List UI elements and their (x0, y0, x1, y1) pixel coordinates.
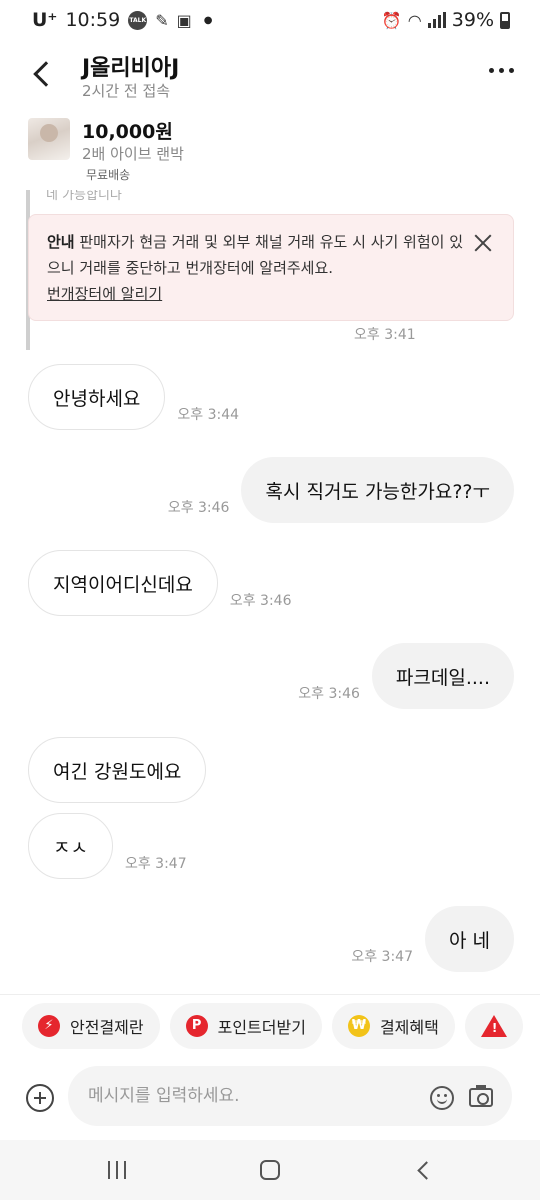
product-thumbnail[interactable] (28, 118, 70, 160)
clock: 10:59 (65, 9, 121, 31)
talk-icon: TALK (128, 10, 148, 30)
back-button[interactable] (22, 52, 62, 96)
system-navigation-bar (0, 1140, 540, 1200)
chip-label: 결제혜택 (379, 1017, 439, 1037)
emoji-icon[interactable] (430, 1086, 454, 1110)
dot-icon (499, 68, 504, 73)
free-shipping-badge: 무료배송 (80, 166, 137, 183)
message-bubble[interactable]: 안녕하세요 (28, 364, 166, 430)
dot-icon (509, 68, 514, 73)
won-icon: ₩ (347, 1014, 370, 1037)
message-time: 오후 3:41 (354, 327, 416, 343)
message-input-bar (0, 1064, 540, 1128)
home-icon (259, 1160, 280, 1180)
warning-icon: ! (480, 1014, 507, 1037)
safe-payment-button[interactable]: ⚡ 안전결제란 (22, 1002, 160, 1049)
message-bubble[interactable]: 지역이어디신데요 (28, 550, 218, 616)
message-time: 오후 3:46 (167, 500, 230, 516)
product-summary[interactable]: 10,000원 2배 아이브 랜박 무료배송 (0, 114, 540, 192)
notice-body: 판매자가 현금 거래 및 외부 채널 거래 유도 시 사기 위험이 있으니 거래… (47, 233, 464, 277)
notice-title: 안내 (47, 233, 75, 251)
report-link[interactable]: 번개장터에 알리기 (47, 281, 465, 307)
last-seen-status: 2시간 전 접속 (82, 82, 171, 100)
message-row: ㅈㅅ 오후 3:47 (28, 813, 187, 879)
message-row: 안녕하세요 오후 3:44 (28, 364, 239, 430)
product-price: 10,000원 (82, 121, 173, 143)
more-options-button[interactable] (485, 64, 518, 77)
wifi-icon: ◠ (407, 10, 422, 30)
message-row: 지역이어디신데요 오후 3:46 (28, 550, 292, 616)
add-attachment-button[interactable] (26, 1084, 54, 1112)
quick-actions-bar[interactable]: ⚡ 안전결제란 P 포인트더받기 ₩ 결제혜택 ! (0, 994, 540, 1056)
message-time: 오후 3:44 (177, 407, 240, 423)
message-row: 오후 3:47 아 네 (351, 906, 514, 972)
message-time: 오후 3:47 (124, 856, 187, 872)
more-notifications-dot-icon: ● (203, 14, 213, 26)
camera-icon[interactable] (469, 1085, 493, 1107)
payment-benefits-button[interactable]: ₩ 결제혜택 (331, 1002, 455, 1049)
bird-icon: ✎ (155, 10, 169, 30)
battery-icon (500, 11, 510, 29)
message-bubble[interactable]: 여긴 강원도에요 (28, 737, 207, 803)
dot-icon (489, 68, 494, 73)
battery-percent: 39% (451, 9, 494, 31)
carrier-label: U⁺ (32, 9, 58, 31)
recent-apps-icon (107, 1161, 126, 1179)
message-row: 여긴 강원도에요 (28, 737, 207, 803)
signal-icon (427, 12, 446, 28)
image-icon: ▣ (176, 10, 192, 30)
chevron-left-icon (33, 61, 59, 87)
back-icon (417, 1160, 436, 1180)
message-bubble[interactable]: 아 네 (425, 906, 514, 972)
user-name[interactable]: J올리비아J (82, 50, 179, 82)
message-bubble[interactable]: 파크데일.... (371, 643, 514, 709)
system-message-partial: 네 가능합니다 (46, 190, 122, 203)
product-title: 2배 아이브 랜박 (82, 145, 184, 163)
status-bar: U⁺ 10:59 TALK ✎ ▣ ● ⏰ ◠ 39% (0, 0, 540, 40)
message-row: 오후 3:46 파크데일.... (298, 643, 514, 709)
chip-label: 포인트더받기 (217, 1017, 306, 1037)
message-time: 오후 3:46 (229, 593, 292, 609)
earn-points-button[interactable]: P 포인트더받기 (169, 1002, 322, 1049)
warning-glyph: ! (491, 1020, 498, 1035)
message-bubble[interactable]: 혹시 직거도 가능한가요??ㅜ (241, 457, 514, 523)
point-icon: P (185, 1014, 208, 1037)
message-row: 오후 3:46 혹시 직거도 가능한가요??ㅜ (168, 457, 514, 523)
chip-label: 안전결제란 (70, 1017, 144, 1037)
message-bubble[interactable]: ㅈㅅ (28, 813, 113, 879)
alarm-icon: ⏰ (381, 10, 402, 30)
home-button[interactable] (240, 1150, 300, 1190)
system-back-button[interactable] (393, 1150, 453, 1190)
chat-area[interactable]: 네 가능합니다 안내 판매자가 현금 거래 및 외부 채널 거래 유도 시 사기… (0, 190, 540, 990)
safety-notice: 안내 판매자가 현금 거래 및 외부 채널 거래 유도 시 사기 위험이 있으니… (28, 214, 514, 321)
message-time: 오후 3:46 (298, 686, 360, 702)
lightning-icon: ⚡ (38, 1014, 60, 1037)
chat-header: J올리비아J 2시간 전 접속 (0, 40, 540, 110)
message-time: 오후 3:47 (351, 949, 413, 965)
close-icon[interactable] (473, 233, 493, 253)
report-warning-button[interactable]: ! (464, 1002, 523, 1049)
recent-apps-button[interactable] (87, 1150, 147, 1190)
